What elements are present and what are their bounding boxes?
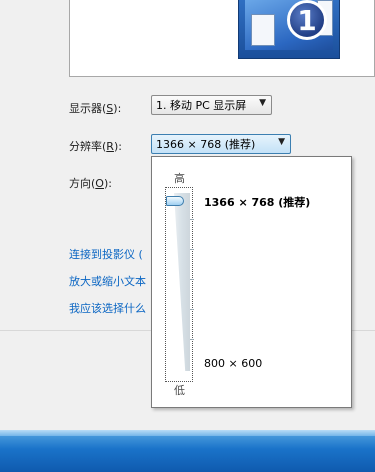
window-icon [251,14,275,46]
resolution-label: 分辨率(R): [69,140,122,153]
resolution-select[interactable]: 1366 × 768 (推荐) ▼ [151,134,291,154]
slider-tick [190,309,194,310]
slider-tick [190,219,194,220]
monitor-icon[interactable]: 1 [238,0,340,59]
resolution-dropdown: 高 1366 × 768 (推荐) 800 × 600 低 [151,156,352,408]
resolution-select-value: 1366 × 768 (推荐) [156,138,256,151]
high-label: 高 [174,172,185,185]
monitor-number-badge: 1 [287,0,327,40]
chevron-down-icon: ▼ [278,137,285,147]
resolution-slider-thumb[interactable] [166,196,184,206]
display-select[interactable]: 1. 移动 PC 显示屏 ▼ [151,95,272,115]
display-preview: 1 [69,0,375,77]
text-size-link[interactable]: 放大或缩小文本 [69,273,146,289]
slider-tick [190,339,194,340]
display-label: 显示器(S): [69,102,122,115]
min-resolution-label: 800 × 600 [204,357,263,370]
low-label: 低 [174,384,185,397]
max-resolution-label: 1366 × 768 (推荐) [204,196,311,209]
display-select-value: 1. 移动 PC 显示屏 [156,99,247,112]
help-choose-link[interactable]: 我应该选择什么 [69,300,146,316]
orientation-label: 方向(O): [69,177,112,190]
taskbar [0,430,375,472]
slider-tick [190,279,194,280]
slider-tick [190,249,194,250]
chevron-down-icon: ▼ [259,98,266,108]
connect-projector-link[interactable]: 连接到投影仪 ( [69,246,143,262]
